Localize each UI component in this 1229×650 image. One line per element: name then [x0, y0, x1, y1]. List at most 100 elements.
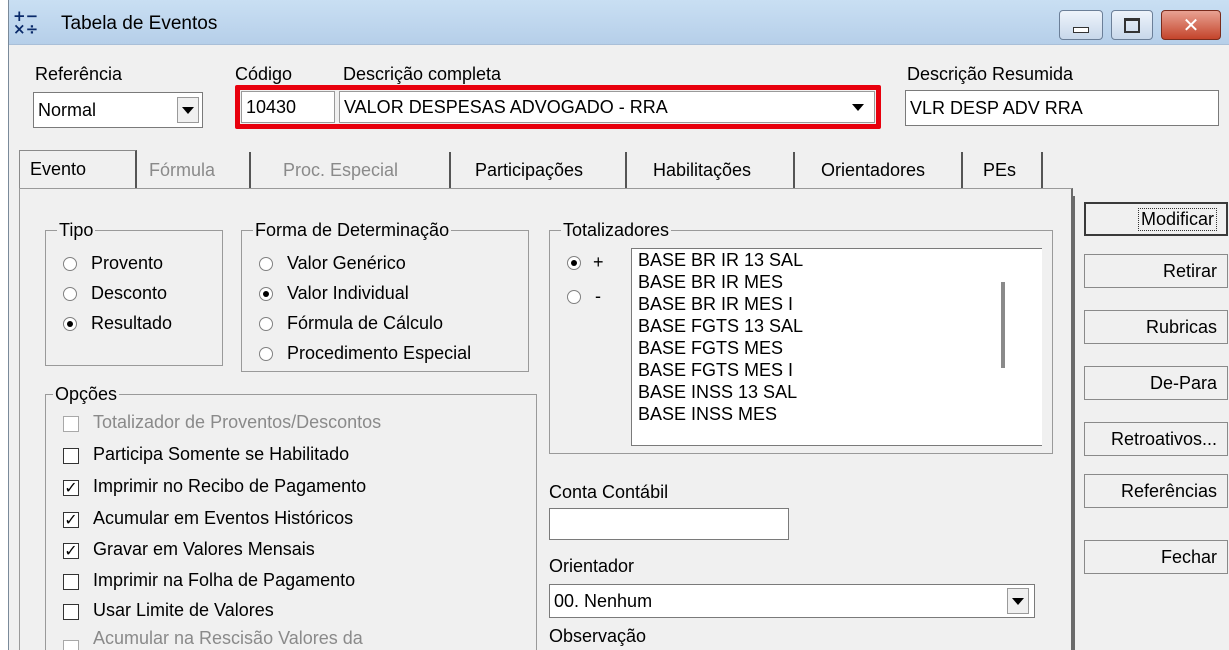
- maximize-button[interactable]: [1111, 10, 1153, 40]
- forma-radio-procedimento[interactable]: [259, 347, 273, 361]
- forma-radio-generico[interactable]: [259, 257, 273, 271]
- check-totalizador[interactable]: [63, 416, 79, 432]
- button-label: Rubricas: [1145, 316, 1217, 337]
- totalizador-radio-plus[interactable]: [567, 256, 581, 270]
- opt-label: Participa Somente se Habilitado: [93, 444, 350, 464]
- orientador-dropdown-icon[interactable]: [1007, 588, 1029, 614]
- window: +− ×÷ Tabela de Eventos ✕ Referência Norm…: [8, 0, 1229, 650]
- referencia-dropdown-icon[interactable]: [177, 97, 199, 123]
- close-button[interactable]: ✕: [1161, 10, 1221, 40]
- descricao-combo[interactable]: VALOR DESPESAS ADVOGADO - RRA: [339, 91, 875, 123]
- close-icon: ✕: [1182, 13, 1200, 37]
- list-item[interactable]: BASE FGTS MES I: [632, 359, 1042, 381]
- tab-label: Fórmula: [149, 159, 216, 180]
- codigo-field[interactable]: 10430: [241, 91, 335, 123]
- conta-label: Conta Contábil: [549, 482, 669, 502]
- calculator-icon: +− ×÷: [13, 7, 39, 38]
- forma-radio-formula[interactable]: [259, 317, 273, 331]
- tab-label: Evento: [30, 159, 87, 179]
- list-item[interactable]: BASE INSS MES: [632, 403, 1042, 425]
- list-item[interactable]: BASE BR IR MES I: [632, 293, 1042, 315]
- button-label: Retroativos...: [1110, 428, 1217, 449]
- maximize-icon: [1124, 17, 1140, 33]
- codigo-value: 10430: [246, 97, 297, 117]
- tab-orientadores[interactable]: Orientadores: [811, 152, 963, 188]
- check-acumular[interactable]: ✓: [63, 512, 79, 528]
- button-label: De-Para: [1149, 372, 1217, 393]
- tipo-radio-resultado[interactable]: [63, 317, 77, 331]
- tab-label: Habilitações: [653, 159, 752, 180]
- forma-label-individual: Valor Individual: [287, 283, 409, 303]
- resumida-field[interactable]: VLR DESP ADV RRA: [905, 90, 1219, 126]
- tipo-label-desconto: Desconto: [91, 283, 168, 303]
- check-gravar[interactable]: ✓: [63, 543, 79, 559]
- retroativos-button[interactable]: Retroativos...: [1084, 422, 1228, 456]
- tab-habilitacoes[interactable]: Habilitações: [643, 152, 795, 188]
- title-bar: +− ×÷ Tabela de Eventos ✕: [9, 0, 1229, 45]
- resumida-label: Descrição Resumida: [907, 64, 1074, 84]
- de-para-button[interactable]: De-Para: [1084, 366, 1228, 400]
- conta-field[interactable]: [549, 508, 789, 540]
- descricao-value: VALOR DESPESAS ADVOGADO - RRA: [344, 97, 668, 117]
- list-item[interactable]: BASE FGTS MES: [632, 337, 1042, 359]
- tab-label: Participações: [475, 159, 584, 180]
- opt-label: Gravar em Valores Mensais: [93, 539, 315, 559]
- tab-label: Proc. Especial: [283, 159, 399, 180]
- rubricas-button[interactable]: Rubricas: [1084, 310, 1228, 344]
- list-item[interactable]: BASE FGTS 13 SAL: [632, 315, 1042, 337]
- totalizadores-list[interactable]: BASE BR IR 13 SAL BASE BR IR MES BASE BR…: [631, 248, 1042, 446]
- window-title: Tabela de Eventos: [61, 13, 218, 34]
- fechar-button[interactable]: Fechar: [1084, 540, 1228, 574]
- check-imprimir-folha[interactable]: [63, 574, 79, 590]
- check-limite[interactable]: [63, 604, 79, 620]
- minus-label: -: [595, 286, 601, 306]
- tipo-radio-provento[interactable]: [63, 257, 77, 271]
- scrollbar-thumb[interactable]: [1001, 282, 1005, 368]
- tipo-label-provento: Provento: [91, 253, 164, 273]
- opt-label: Usar Limite de Valores: [93, 600, 274, 620]
- forma-radio-individual[interactable]: [259, 287, 273, 301]
- forma-label-procedimento: Procedimento Especial: [287, 343, 472, 363]
- list-item[interactable]: BASE BR IR 13 SAL: [632, 249, 1042, 271]
- opcoes-title: Opções: [53, 384, 120, 405]
- tab-label: Orientadores: [821, 159, 926, 180]
- tab-pes[interactable]: PEs: [973, 152, 1043, 188]
- check-participa[interactable]: [63, 448, 79, 464]
- opt-label: Acumular em Eventos Históricos: [93, 508, 354, 528]
- panel-divider: [1073, 196, 1075, 650]
- tab-proc-especial[interactable]: Proc. Especial: [273, 152, 451, 188]
- opt-label: Imprimir no Recibo de Pagamento: [93, 476, 367, 496]
- tipo-radio-desconto[interactable]: [63, 287, 77, 301]
- opt-label: Imprimir na Folha de Pagamento: [93, 570, 356, 590]
- tab-evento[interactable]: Evento: [19, 150, 137, 188]
- opt-label: Totalizador de Proventos/Descontos: [93, 412, 382, 432]
- orientador-label: Orientador: [549, 556, 635, 576]
- plus-label: +: [593, 252, 604, 272]
- opt-label: Acumular na Rescisão Valores da: [93, 628, 363, 648]
- minimize-button[interactable]: [1059, 10, 1103, 40]
- retirar-button[interactable]: Retirar: [1084, 254, 1228, 288]
- referencia-value: Normal: [38, 100, 97, 120]
- modificar-button[interactable]: Modificar: [1084, 202, 1228, 236]
- referencias-button[interactable]: Referências: [1084, 474, 1228, 508]
- button-label: Retirar: [1162, 260, 1217, 281]
- button-label: Referências: [1120, 480, 1217, 501]
- forma-title: Forma de Determinação: [253, 220, 452, 241]
- tab-formula[interactable]: Fórmula: [139, 152, 251, 188]
- list-item[interactable]: BASE BR IR MES: [632, 271, 1042, 293]
- totalizadores-title: Totalizadores: [561, 220, 672, 241]
- list-item[interactable]: BASE INSS 13 SAL: [632, 381, 1042, 403]
- tab-participacoes[interactable]: Participações: [465, 152, 627, 188]
- observacao-label: Observação: [549, 626, 647, 646]
- forma-label-formula: Fórmula de Cálculo: [287, 313, 444, 333]
- check-imprimir-recibo[interactable]: ✓: [63, 480, 79, 496]
- tab-label: PEs: [983, 159, 1017, 180]
- tipo-label-resultado: Resultado: [91, 313, 173, 333]
- totalizador-radio-minus[interactable]: [567, 290, 581, 304]
- tipo-title: Tipo: [57, 220, 96, 241]
- orientador-select[interactable]: 00. Nenhum: [549, 584, 1035, 618]
- button-label: Fechar: [1160, 546, 1217, 567]
- descricao-dropdown-icon[interactable]: [847, 96, 869, 118]
- check-rescisao[interactable]: [63, 640, 79, 650]
- referencia-label: Referência: [35, 64, 123, 84]
